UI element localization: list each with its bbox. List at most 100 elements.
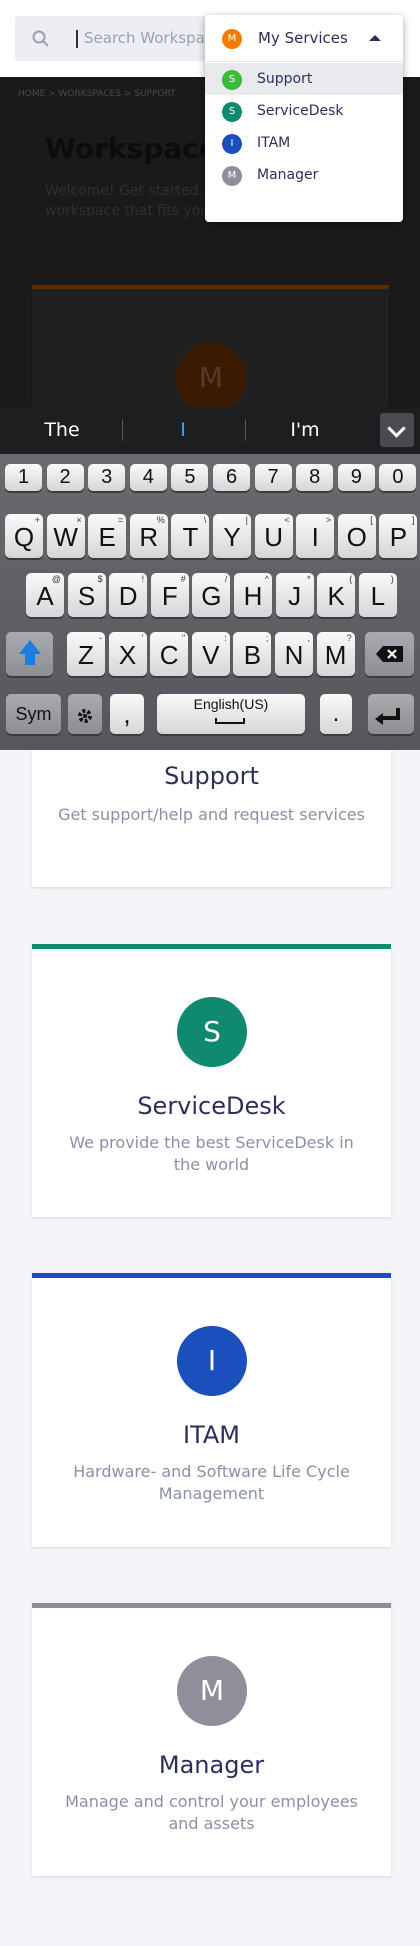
key-0[interactable]: 0 (379, 464, 417, 491)
key-8[interactable]: 8 (296, 464, 334, 491)
support-badge: S (222, 70, 242, 90)
services-dropdown[interactable]: M My Services S Support S ServiceDesk I … (205, 15, 403, 222)
text-cursor (76, 30, 78, 48)
key-alt-label: ^ (264, 574, 269, 584)
caret-up-icon[interactable] (369, 35, 381, 41)
key-alt-label: [ (370, 515, 373, 525)
comma-key[interactable]: , (110, 694, 144, 734)
key-alt-label: % (156, 515, 165, 525)
key-i[interactable]: I > (296, 514, 335, 558)
key-r[interactable]: R% (129, 514, 168, 558)
gear-icon (78, 709, 92, 723)
key-b[interactable]: B; (233, 632, 272, 676)
key-t[interactable]: T \ (171, 514, 210, 558)
period-key[interactable]: . (320, 694, 352, 734)
key-d[interactable]: D! (109, 573, 148, 617)
key-o[interactable]: O[ (337, 514, 376, 558)
key-e[interactable]: E = (88, 514, 127, 558)
key-label: G (201, 581, 222, 611)
key-label: Q (13, 522, 35, 552)
card-title: Manager (158, 1751, 265, 1779)
key-6[interactable]: 6 (213, 464, 250, 491)
suggestion-bar: The I I'm (0, 407, 420, 454)
key-label: C (159, 640, 179, 670)
card-avatar: M (177, 1656, 247, 1726)
suggestion-1[interactable]: The (2, 419, 122, 441)
dropdown-toggle[interactable]: M My Services (205, 15, 403, 62)
key-m[interactable]: M? (316, 632, 355, 676)
key-a[interactable]: A @ (26, 573, 64, 617)
key-v[interactable]: V: (191, 632, 230, 676)
key-z[interactable]: Z- (67, 632, 105, 676)
card-top-line (32, 944, 391, 949)
key-alt-label: ' (141, 633, 144, 643)
my-services-badge: M (222, 29, 242, 49)
key-2[interactable]: 2 (46, 464, 84, 491)
key-4[interactable]: 4 (129, 464, 167, 491)
key-alt-label: " (181, 633, 186, 643)
card-avatar: S (177, 997, 247, 1067)
key-w[interactable]: W × (46, 514, 85, 558)
dimmed-avatar: M (176, 343, 246, 407)
key-label: B (243, 640, 262, 670)
key-f[interactable]: F # (150, 573, 189, 617)
key-label: W (53, 522, 78, 552)
key-q[interactable]: Q + (5, 514, 43, 558)
key-label: Y (223, 522, 241, 552)
dropdown-item-manager[interactable]: M Manager (205, 159, 403, 191)
key-alt-label: × (76, 515, 82, 525)
shift-key[interactable] (6, 632, 53, 676)
on-screen-keyboard: The I I'm 1 2 3 4 5 6 7 8 9 0 Q + W × E = R% T \ Y | U < I > O[P]… (0, 407, 420, 750)
workspace-card-support[interactable]: Support Get support/help and request ser… (32, 750, 391, 887)
workspace-card-servicedesk[interactable]: S ServiceDesk We provide the best Servic… (32, 944, 391, 1217)
search-input[interactable]: Search Workspaces (84, 29, 215, 47)
key-label: F (161, 581, 178, 611)
key-label: P (389, 522, 408, 552)
dropdown-item-label: Manager (257, 167, 319, 183)
key-p[interactable]: P] (379, 514, 418, 558)
key-y[interactable]: Y | (213, 514, 251, 558)
key-j[interactable]: J * (275, 573, 314, 617)
dropdown-item-support[interactable]: S Support (205, 63, 403, 95)
key-k[interactable]: K( (317, 573, 356, 617)
key-label: X (118, 640, 137, 670)
workspace-card-itam[interactable]: I ITAM Hardware- and Software Life Cycle… (32, 1273, 391, 1547)
backspace-key[interactable] (365, 632, 414, 676)
backspace-icon (376, 646, 403, 662)
key-u[interactable]: U < (254, 514, 293, 558)
card-description: Hardware- and Software Life Cycle Manage… (73, 1462, 350, 1503)
enter-key[interactable] (368, 694, 414, 734)
sym-key[interactable]: Sym (6, 694, 61, 734)
key-n[interactable]: N, (275, 632, 313, 676)
settings-key[interactable] (68, 694, 102, 734)
key-7[interactable]: 7 (254, 464, 292, 491)
card-title: ServiceDesk (137, 1092, 286, 1120)
key-alt-label: \ (203, 515, 207, 525)
key-h[interactable]: H ^ (234, 573, 272, 617)
key-9[interactable]: 9 (337, 464, 375, 491)
key-label: I (311, 522, 319, 552)
hide-keyboard-button[interactable] (380, 413, 414, 447)
suggestion-3[interactable]: I'm (245, 419, 365, 441)
space-key[interactable]: English(US) (157, 694, 305, 734)
key-alt-label: / (224, 574, 228, 584)
card-title: ITAM (183, 1421, 240, 1449)
key-alt-label: , (307, 633, 310, 643)
key-1[interactable]: 1 (5, 464, 42, 491)
suggestion-2[interactable]: I (123, 419, 243, 441)
search-box[interactable]: Search Workspaces (15, 16, 215, 61)
key-l[interactable]: L) (358, 573, 397, 617)
key-c[interactable]: C " (150, 632, 189, 676)
dropdown-item-itam[interactable]: I ITAM (205, 127, 403, 159)
key-s[interactable]: S $ (67, 573, 106, 617)
dropdown-item-servicedesk[interactable]: S ServiceDesk (205, 95, 403, 127)
key-5[interactable]: 5 (171, 464, 209, 491)
key-x[interactable]: X ' (108, 632, 147, 676)
key-g[interactable]: G / (192, 573, 231, 617)
key-3[interactable]: 3 (88, 464, 126, 491)
key-alt-label: + (34, 515, 40, 525)
key-label: R (139, 522, 159, 552)
key-label: M (324, 640, 347, 670)
servicedesk-badge: S (222, 102, 242, 122)
workspace-card-manager[interactable]: M Manager Manage and control your employ… (32, 1603, 391, 1876)
